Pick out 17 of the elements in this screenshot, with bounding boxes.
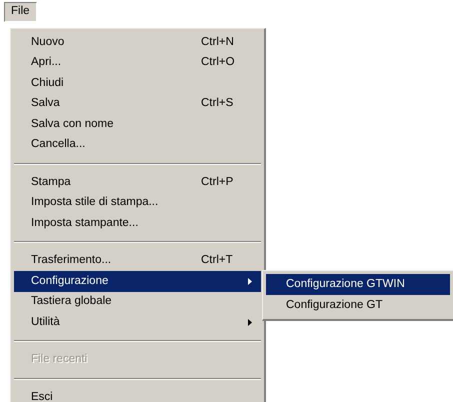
- menu-item[interactable]: Apri... Ctrl+O: [14, 52, 261, 73]
- menu-item[interactable]: Configurazione: [14, 271, 261, 292]
- menu-item[interactable]: Esci: [14, 387, 261, 402]
- menu-item[interactable]: Utilità: [14, 312, 261, 332]
- submenu-item[interactable]: Configurazione GT: [266, 295, 450, 316]
- menu-item[interactable]: Tastiera globale: [14, 292, 261, 312]
- submenu-item[interactable]: Configurazione GTWIN: [266, 274, 450, 295]
- menu-item[interactable]: Imposta stile di stampa...: [14, 192, 261, 213]
- menu-item[interactable]: Chiudi: [14, 73, 261, 94]
- menu-bar-item[interactable]: File: [4, 2, 37, 22]
- menu-item[interactable]: Salva con nome: [14, 114, 261, 134]
- menu-item[interactable]: Cancella...: [14, 134, 261, 155]
- menu-item[interactable]: Imposta stampante...: [14, 213, 261, 234]
- menu-item[interactable]: Trasferimento... Ctrl+T: [14, 250, 261, 271]
- menu-item[interactable]: Salva Ctrl+S: [14, 94, 261, 114]
- menu-item[interactable]: Nuovo Ctrl+N: [14, 32, 261, 52]
- menu-item[interactable]: Stampa Ctrl+P: [14, 172, 261, 192]
